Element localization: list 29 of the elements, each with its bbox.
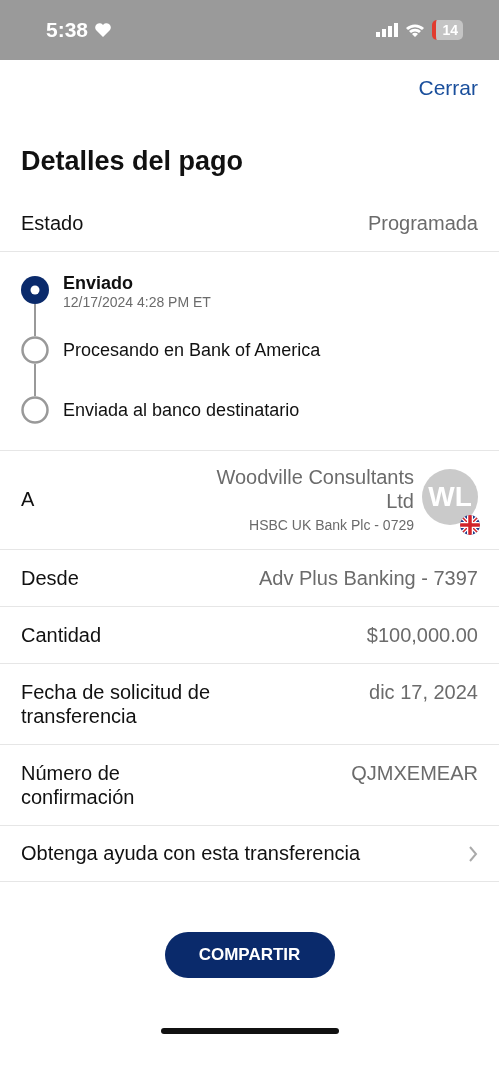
detail-value: Adv Plus Banking - 7397 — [258, 566, 478, 590]
share-button[interactable]: COMPARTIR — [164, 932, 335, 978]
wifi-icon — [405, 22, 426, 38]
status-label: Estado — [21, 211, 84, 235]
status-value: Programada — [367, 211, 478, 235]
home-indicator[interactable] — [160, 1028, 339, 1034]
status-time: 5:38 — [46, 18, 89, 42]
uk-flag-icon — [460, 515, 480, 535]
help-link[interactable]: Obtenga ayuda con esta transferencia — [0, 826, 499, 882]
signal-icon — [376, 23, 399, 37]
detail-value: dic 17, 2024 — [369, 680, 478, 704]
chevron-right-icon — [468, 845, 478, 862]
step-label: Enviado — [63, 272, 134, 294]
detail-value: QJMXEMEAR — [351, 761, 478, 785]
detail-value: $100,000.00 — [366, 623, 478, 647]
detail-label: Número de confirmación — [21, 761, 136, 809]
detail-label: Fecha de solicitud de transferencia — [21, 680, 211, 728]
page-title: Detalles del pago — [21, 146, 245, 177]
battery-indicator: 14 — [432, 20, 463, 40]
heart-icon — [94, 22, 113, 38]
recipient-label: A — [21, 487, 35, 511]
detail-label: Cantidad — [21, 623, 102, 647]
step-label: Procesando en Bank of America — [63, 339, 321, 361]
step-timestamp: 12/17/2024 4:28 PM ET — [63, 294, 211, 310]
step-label: Enviada al banco destinatario — [63, 399, 300, 421]
detail-label: Desde — [21, 566, 79, 590]
recipient-name: Woodville Consultants Ltd — [215, 465, 414, 513]
recipient-bank: HSBC UK Bank Plc - 0729 — [249, 517, 414, 533]
close-button[interactable]: Cerrar — [418, 76, 478, 100]
